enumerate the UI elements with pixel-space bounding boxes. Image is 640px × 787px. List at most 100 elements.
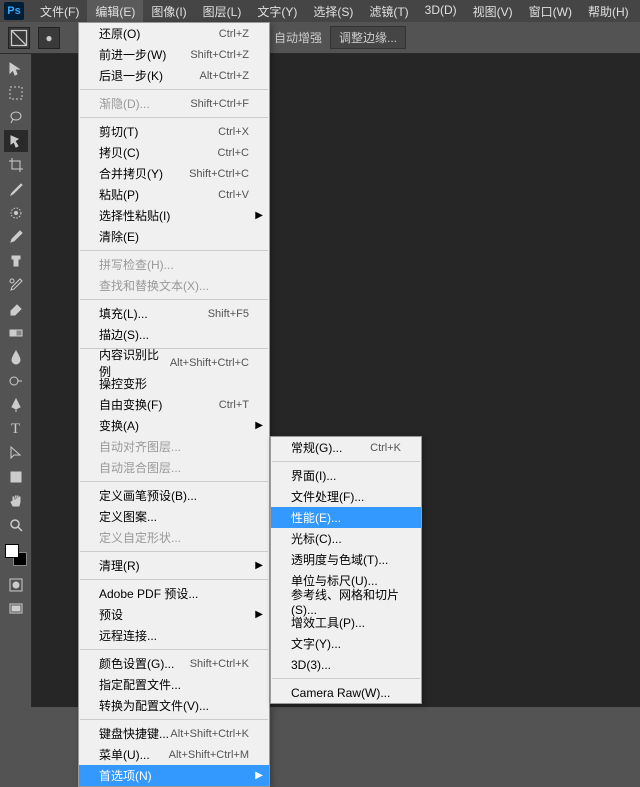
history-brush-tool[interactable] (4, 274, 28, 296)
clone-stamp-tool[interactable] (4, 250, 28, 272)
menubar: Ps 文件(F)编辑(E)图像(I)图层(L)文字(Y)选择(S)滤镜(T)3D… (0, 0, 640, 22)
gradient-tool[interactable] (4, 322, 28, 344)
blur-tool[interactable] (4, 346, 28, 368)
shape-tool[interactable] (4, 466, 28, 488)
menu-2[interactable]: 图像(I) (143, 0, 194, 23)
menu-separator (80, 250, 268, 251)
menu-item[interactable]: 性能(E)... (271, 507, 421, 528)
menu-item[interactable]: 定义图案... (79, 506, 269, 527)
menu-item[interactable]: 定义画笔预设(B)... (79, 485, 269, 506)
menu-item[interactable]: 远程连接... (79, 625, 269, 646)
menu-item[interactable]: 剪切(T)Ctrl+X (79, 121, 269, 142)
menu-item-label: 查找和替换文本(X)... (99, 277, 249, 294)
menu-0[interactable]: 文件(F) (32, 0, 87, 23)
menu-6[interactable]: 滤镜(T) (361, 0, 416, 23)
menu-item[interactable]: 填充(L)...Shift+F5 (79, 303, 269, 324)
adjust-edges-button[interactable]: 调整边缘... (330, 26, 406, 49)
brush-preset-icon[interactable]: ● (38, 27, 60, 49)
tool-preset-icon[interactable] (8, 27, 30, 49)
menu-item[interactable]: 指定配置文件... (79, 674, 269, 695)
menu-10[interactable]: 帮助(H) (580, 0, 637, 23)
marquee-tool[interactable] (4, 82, 28, 104)
quick-mask-tool[interactable] (4, 574, 28, 596)
hand-tool[interactable] (4, 490, 28, 512)
menu-item[interactable]: 前进一步(W)Shift+Ctrl+Z (79, 44, 269, 65)
menu-item[interactable]: 参考线、网格和切片(S)... (271, 591, 421, 612)
submenu-arrow-icon: ▶ (255, 770, 263, 781)
menu-item[interactable]: 常规(G)...Ctrl+K (271, 437, 421, 458)
menu-5[interactable]: 选择(S) (305, 0, 361, 23)
menu-shortcut: Ctrl+Z (219, 28, 249, 40)
menu-item[interactable]: 操控变形 (79, 373, 269, 394)
menu-item[interactable]: 预设▶ (79, 604, 269, 625)
menu-shortcut: Alt+Shift+Ctrl+M (169, 749, 249, 761)
menu-item[interactable]: 光标(C)... (271, 528, 421, 549)
menu-3[interactable]: 图层(L) (195, 0, 250, 23)
quick-selection-tool[interactable] (4, 130, 28, 152)
menu-item[interactable]: 文件处理(F)... (271, 486, 421, 507)
menu-item[interactable]: 清除(E) (79, 226, 269, 247)
menu-separator (80, 649, 268, 650)
menu-item-label: 光标(C)... (291, 530, 401, 547)
menu-item[interactable]: 变换(A)▶ (79, 415, 269, 436)
menu-item[interactable]: 颜色设置(G)...Shift+Ctrl+K (79, 653, 269, 674)
menu-separator (80, 719, 268, 720)
menu-item[interactable]: 3D(3)... (271, 654, 421, 675)
submenu-arrow-icon: ▶ (255, 560, 263, 571)
crop-tool[interactable] (4, 154, 28, 176)
menu-item: 查找和替换文本(X)... (79, 275, 269, 296)
menu-item[interactable]: 菜单(U)...Alt+Shift+Ctrl+M (79, 744, 269, 765)
lasso-tool[interactable] (4, 106, 28, 128)
move-tool[interactable] (4, 58, 28, 80)
eraser-tool[interactable] (4, 298, 28, 320)
dodge-tool[interactable] (4, 370, 28, 392)
eyedropper-tool[interactable] (4, 178, 28, 200)
menu-item[interactable]: 粘贴(P)Ctrl+V (79, 184, 269, 205)
menu-item[interactable]: Camera Raw(W)... (271, 682, 421, 703)
menu-separator (80, 89, 268, 90)
path-selection-tool[interactable] (4, 442, 28, 464)
menu-8[interactable]: 视图(V) (465, 0, 521, 23)
menu-item[interactable]: 后退一步(K)Alt+Ctrl+Z (79, 65, 269, 86)
menu-item: 定义自定形状... (79, 527, 269, 548)
menu-item[interactable]: 键盘快捷键...Alt+Shift+Ctrl+K (79, 723, 269, 744)
menu-separator (80, 117, 268, 118)
color-swatches[interactable] (5, 544, 27, 566)
screen-mode-tool[interactable] (4, 598, 28, 620)
menu-item[interactable]: 合并拷贝(Y)Shift+Ctrl+C (79, 163, 269, 184)
menu-item[interactable]: 拷贝(C)Ctrl+C (79, 142, 269, 163)
menu-item-label: 转换为配置文件(V)... (99, 697, 249, 714)
menu-item[interactable]: 自由变换(F)Ctrl+T (79, 394, 269, 415)
menu-item[interactable]: 选择性粘贴(I)▶ (79, 205, 269, 226)
menu-item[interactable]: 还原(O)Ctrl+Z (79, 23, 269, 44)
menu-item-label: 定义自定形状... (99, 529, 249, 546)
menu-item[interactable]: 内容识别比例Alt+Shift+Ctrl+C (79, 352, 269, 373)
pen-tool[interactable] (4, 394, 28, 416)
menu-item[interactable]: 描边(S)... (79, 324, 269, 345)
zoom-tool[interactable] (4, 514, 28, 536)
menu-item[interactable]: 增效工具(P)... (271, 612, 421, 633)
menu-item[interactable]: 转换为配置文件(V)... (79, 695, 269, 716)
menu-item-label: 增效工具(P)... (291, 614, 401, 631)
menu-item[interactable]: 界面(I)... (271, 465, 421, 486)
menu-item-label: 剪切(T) (99, 123, 218, 140)
menu-item[interactable]: 文字(Y)... (271, 633, 421, 654)
menu-item-label: 拷贝(C) (99, 144, 218, 161)
menu-item-label: 后退一步(K) (99, 67, 199, 84)
menu-item: 自动对齐图层... (79, 436, 269, 457)
menu-7[interactable]: 3D(D) (417, 0, 465, 23)
menu-item-label: 文字(Y)... (291, 635, 401, 652)
menu-4[interactable]: 文字(Y) (249, 0, 305, 23)
healing-brush-tool[interactable] (4, 202, 28, 224)
menu-item-label: 清除(E) (99, 228, 249, 245)
menu-item[interactable]: 透明度与色域(T)... (271, 549, 421, 570)
type-tool[interactable]: T (4, 418, 28, 440)
menu-item[interactable]: 首选项(N)▶ (79, 765, 269, 786)
menu-9[interactable]: 窗口(W) (521, 0, 580, 23)
menu-1[interactable]: 编辑(E) (87, 0, 143, 23)
brush-tool[interactable] (4, 226, 28, 248)
menu-separator (80, 299, 268, 300)
menu-item[interactable]: Adobe PDF 预设... (79, 583, 269, 604)
menu-shortcut: Shift+Ctrl+C (189, 168, 249, 180)
menu-item[interactable]: 清理(R)▶ (79, 555, 269, 576)
